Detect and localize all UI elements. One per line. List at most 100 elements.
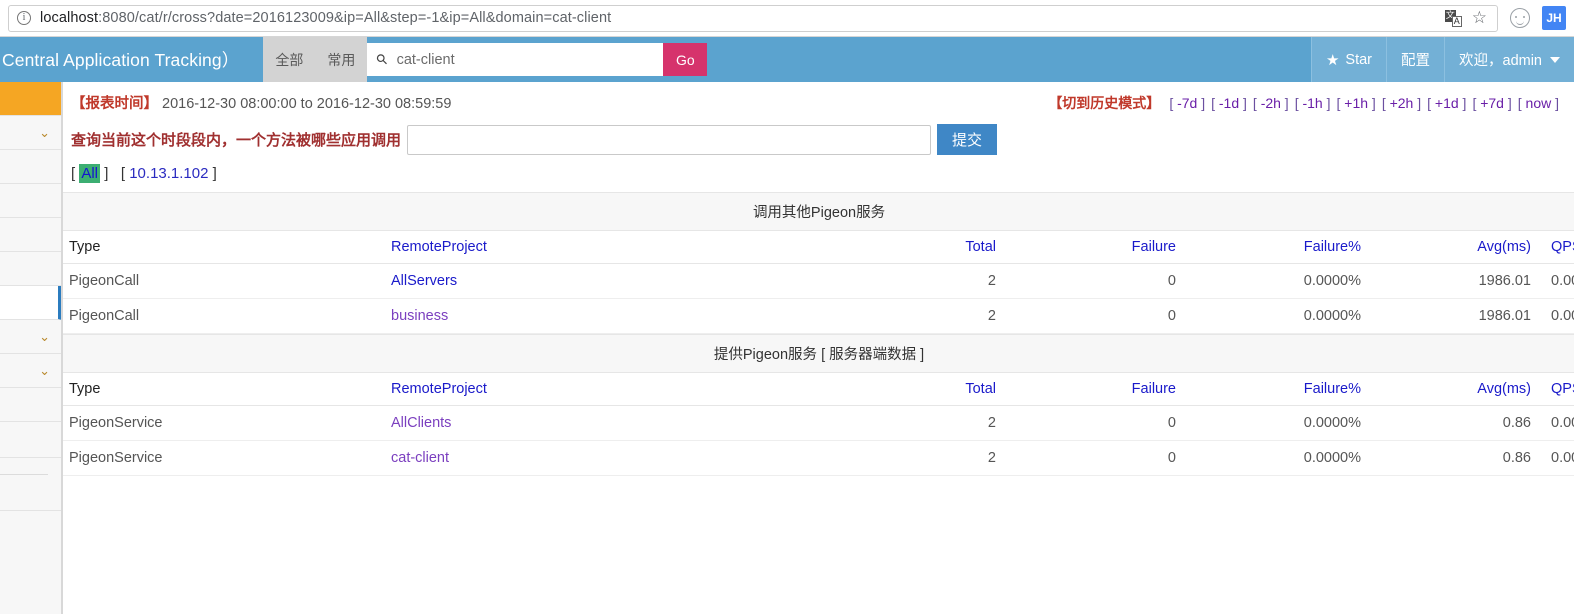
ip-filter-host[interactable]: 10.13.1.102 — [129, 165, 208, 182]
bracket-open: [ — [71, 165, 76, 182]
cell-total: 2 — [825, 263, 1010, 299]
time-link-minus-7d[interactable]: [ -7d ] — [1169, 95, 1205, 111]
time-link-minus-2h[interactable]: [ -2h ] — [1253, 95, 1289, 111]
go-button[interactable]: Go — [663, 43, 708, 76]
cell-avg-ms: 0.86 — [1375, 405, 1545, 441]
cell-remote-project: AllServers — [385, 263, 825, 299]
table-section-title: 调用其他Pigeon服务 — [63, 192, 1574, 231]
header-failure[interactable]: Failure — [1010, 230, 1190, 264]
app-navbar: Central Application Tracking） 全部 常用 ⚲ Go… — [0, 37, 1574, 82]
header-qps[interactable]: QPS — [1545, 372, 1574, 406]
header-failure-pct[interactable]: Failure% — [1190, 230, 1375, 264]
ip-filter-row: [ All ] [ 10.13.1.102 ] — [63, 161, 1574, 192]
sidebar-filler — [0, 422, 61, 458]
cell-qps: 0.00 — [1545, 405, 1574, 441]
header-remote-project[interactable]: RemoteProject — [385, 230, 825, 264]
query-input[interactable] — [407, 124, 932, 155]
header-type[interactable]: Type — [63, 230, 385, 264]
table-row: PigeonCall AllServers 2 0 0.0000% 1986.0… — [63, 263, 1574, 299]
cell-type: PigeonCall — [63, 263, 385, 299]
cell-total: 2 — [825, 440, 1010, 476]
time-link-plus-7d[interactable]: [ +7d ] — [1472, 95, 1511, 111]
header-avg-ms[interactable]: Avg(ms) — [1375, 372, 1545, 406]
section-title-text: 调用其他Pigeon服务 — [63, 192, 1574, 231]
sidebar-item-transaction[interactable]: Transaction — [0, 150, 61, 184]
star-label: Star — [1345, 51, 1372, 68]
report-time-range: 2016-12-30 08:00:00 to 2016-12-30 08:59:… — [162, 96, 452, 112]
remote-project-link[interactable]: cat-client — [391, 450, 449, 466]
chevron-down-icon — [1550, 56, 1560, 63]
cell-type: PigeonCall — [63, 298, 385, 334]
query-label: 查询当前这个时段段内，一个方法被哪些应用调用 — [71, 132, 402, 149]
header-failure[interactable]: Failure — [1010, 372, 1190, 406]
cell-failure: 0 — [1010, 263, 1190, 299]
tab-all[interactable]: 全部 — [263, 37, 315, 82]
config-button[interactable]: 配置 — [1386, 37, 1444, 82]
time-link-now[interactable]: [ now ] — [1518, 95, 1559, 111]
user-menu[interactable]: 欢迎，admin — [1444, 37, 1574, 82]
ip-filter-all[interactable]: All — [79, 164, 101, 183]
header-type[interactable]: Type — [63, 372, 385, 406]
header-qps[interactable]: QPS — [1545, 230, 1574, 264]
chevron-down-icon: ⌄ — [39, 124, 50, 140]
history-mode-link[interactable]: 【切到历史模式】 — [1048, 93, 1160, 113]
search-input[interactable] — [394, 50, 654, 69]
header-total[interactable]: Total — [825, 372, 1010, 406]
cell-qps: 0.00 — [1545, 298, 1574, 334]
bookmark-star-icon[interactable]: ☆ — [1472, 8, 1487, 28]
url-text: localhost:8080/cat/r/cross?date=20161230… — [40, 10, 611, 26]
header-avg-ms[interactable]: Avg(ms) — [1375, 230, 1545, 264]
time-link-minus-1d[interactable]: [ -1d ] — [1211, 95, 1247, 111]
query-row: 查询当前这个时段段内，一个方法被哪些应用调用 提交 — [63, 121, 1574, 161]
app-brand[interactable]: Central Application Tracking） — [0, 37, 239, 82]
table-row: PigeonService AllClients 2 0 0.0000% 0.8… — [63, 405, 1574, 441]
cell-failure-pct: 0.0000% — [1190, 405, 1375, 441]
site-info-icon[interactable]: i — [17, 11, 31, 25]
section-title-text: 提供Pigeon服务 [ 服务器端数据 ] — [63, 334, 1574, 373]
translate-icon[interactable] — [1444, 9, 1462, 27]
sidebar-item-event[interactable]: Event — [0, 184, 61, 218]
sidebar-item-heartbeat[interactable]: Heartbeat — [0, 252, 61, 286]
time-link-plus-2h[interactable]: [ +2h ] — [1382, 95, 1421, 111]
header-total[interactable]: Total — [825, 230, 1010, 264]
bracket-close: ] — [104, 165, 109, 182]
avatar[interactable]: JH — [1542, 6, 1566, 30]
time-link-plus-1d[interactable]: [ +1d ] — [1427, 95, 1466, 111]
time-link-plus-1h[interactable]: [ +1h ] — [1337, 95, 1376, 111]
search-icon: ⚲ — [372, 49, 392, 69]
sidebar-item-docs[interactable]: 📖 文档 — [0, 82, 61, 116]
cell-avg-ms: 1986.01 — [1375, 263, 1545, 299]
bracket-close: ] — [212, 165, 217, 182]
star-button[interactable]: ★ Star — [1310, 37, 1386, 82]
remote-project-link[interactable]: AllClients — [391, 415, 451, 431]
remote-project-link[interactable]: AllServers — [391, 273, 457, 289]
sidebar-item-cross[interactable]: Cross — [0, 286, 61, 320]
report-time-label: 【报表时间】 — [71, 96, 158, 112]
header-failure-pct[interactable]: Failure% — [1190, 372, 1375, 406]
cell-avg-ms: 1986.01 — [1375, 298, 1545, 334]
header-remote-project[interactable]: RemoteProject — [385, 372, 825, 406]
profile-smiley-icon[interactable] — [1510, 8, 1530, 28]
time-link-minus-1h[interactable]: [ -1h ] — [1295, 95, 1331, 111]
tab-frequent[interactable]: 常用 — [315, 37, 367, 82]
submit-button[interactable]: 提交 — [937, 124, 998, 155]
address-bar[interactable]: i localhost:8080/cat/r/cross?date=201612… — [8, 4, 1498, 32]
table-row: PigeonService cat-client 2 0 0.0000% 0.8… — [63, 440, 1574, 476]
browser-chrome-right: JH — [1498, 6, 1566, 30]
cell-remote-project: business — [385, 298, 825, 334]
sidebar-item-problem[interactable]: Problem — [0, 218, 61, 252]
remote-project-link[interactable]: business — [391, 308, 448, 324]
report-time-row: 【报表时间】 2016-12-30 08:00:00 to 2016-12-30… — [63, 82, 1574, 121]
sidebar-item-database[interactable]: Database ⌄ — [0, 354, 61, 388]
cell-failure-pct: 0.0000% — [1190, 298, 1375, 334]
time-navigation: 【切到历史模式】 [ -7d ] [ -1d ] [ -2h ] [ -1h ]… — [1048, 93, 1562, 113]
sidebar-item-business[interactable]: Business ⌄ — [0, 320, 61, 354]
star-icon: ★ — [1325, 51, 1340, 69]
cell-type: PigeonService — [63, 440, 385, 476]
cell-failure-pct: 0.0000% — [1190, 263, 1375, 299]
cell-failure: 0 — [1010, 440, 1190, 476]
sidebar-item-dashboard[interactable]: Dashboard ⌄ — [0, 116, 61, 150]
cell-avg-ms: 0.86 — [1375, 440, 1545, 476]
pigeon-call-table: 调用其他Pigeon服务 Type RemoteProject Total Fa… — [63, 192, 1574, 334]
sidebar-item-matrix[interactable]: Matrix — [0, 388, 61, 422]
